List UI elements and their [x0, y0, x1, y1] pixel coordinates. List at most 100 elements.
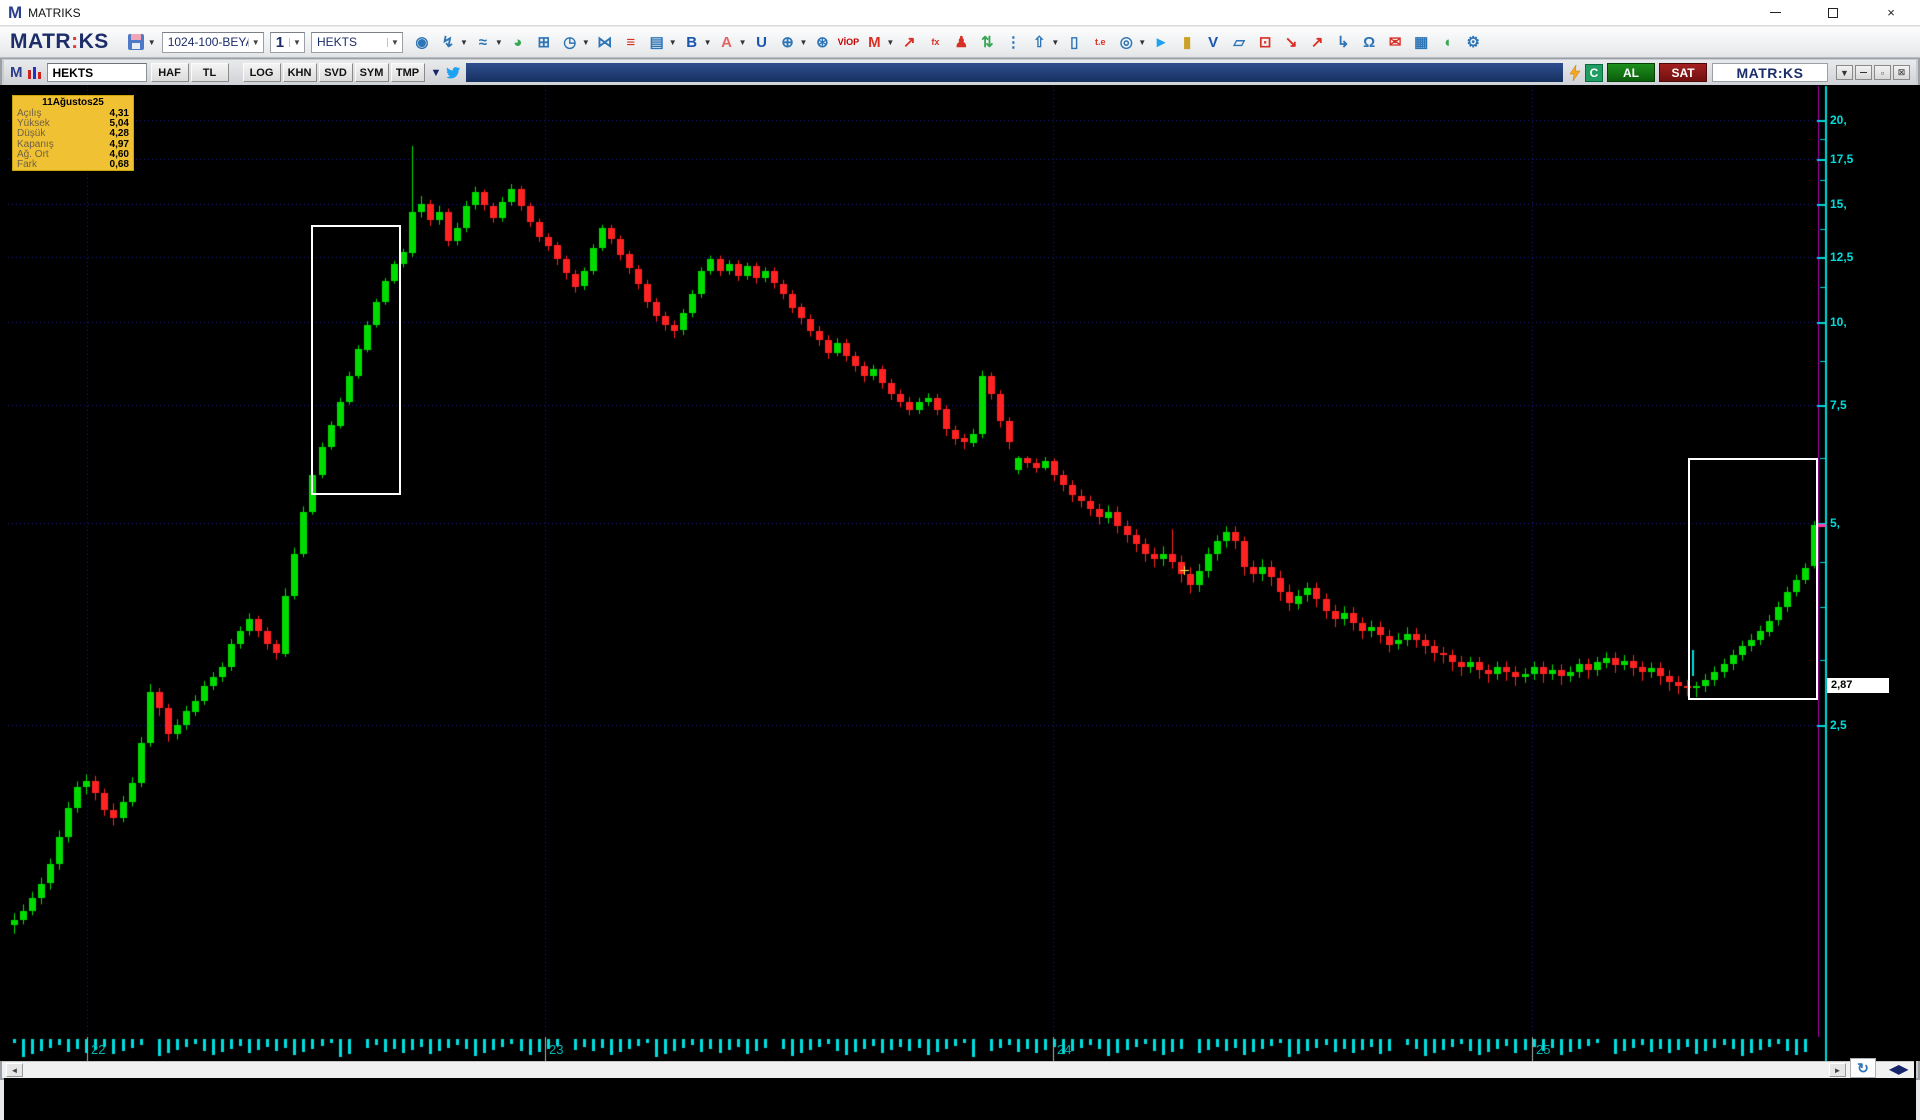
period-haf-button[interactable]: HAF	[150, 63, 189, 82]
year-axis-label: 25	[1536, 1042, 1551, 1057]
news-window-icon[interactable]: ▤	[645, 30, 669, 54]
te-icon[interactable]: t.e	[1088, 30, 1112, 54]
window-m-icon: M	[10, 64, 23, 81]
letter-v-icon[interactable]: V	[1201, 30, 1225, 54]
window-dropdown-button[interactable]: ▼	[1836, 65, 1853, 80]
publish-window-icon[interactable]: ⇧	[1027, 30, 1051, 54]
window-restore-button[interactable]: ▫	[1874, 65, 1891, 80]
globe-icon[interactable]: ⊕	[776, 30, 800, 54]
chevron-down-icon: ▼	[387, 37, 399, 47]
twitter-icon[interactable]: ►	[1149, 30, 1173, 54]
lightning-icon[interactable]	[1569, 64, 1581, 81]
corner-arrow-icon[interactable]: ↳	[1331, 30, 1355, 54]
mail-icon[interactable]: ✉	[1383, 30, 1407, 54]
price-axis-label: 12,5	[1830, 249, 1854, 264]
price-axis-label: 15,	[1830, 196, 1847, 211]
monitor-icon[interactable]: ⊞	[532, 30, 556, 54]
minimize-icon	[1769, 12, 1781, 13]
transfer-arrows-icon[interactable]: ⇅	[975, 30, 999, 54]
save-caret-icon[interactable]: ▼	[148, 38, 156, 47]
os-window-title: MATRIKS	[28, 5, 81, 20]
os-close-button[interactable]: ×	[1862, 0, 1920, 25]
gears-icon[interactable]: ⚙	[1461, 30, 1485, 54]
sync-button[interactable]: ↻	[1850, 1058, 1876, 1078]
scroll-left-button[interactable]: ◄	[6, 1063, 23, 1077]
os-maximize-button[interactable]	[1804, 0, 1862, 25]
khn-button[interactable]: KHN	[282, 63, 317, 82]
clock-icon[interactable]: ◷	[558, 30, 582, 54]
year-axis-label: 22	[91, 1042, 106, 1057]
period-select[interactable]: 1 ▼	[269, 31, 305, 53]
price-axis-label: 17,5	[1830, 151, 1854, 166]
matriks-brand-logo: MATR:KS	[10, 30, 109, 53]
window-minimize-button[interactable]	[1855, 65, 1872, 80]
matriks-m-logo-icon: M	[8, 2, 23, 22]
matriks-m-icon-caret[interactable]: ▼	[886, 38, 894, 47]
os-minimize-button[interactable]	[1746, 0, 1804, 25]
shrink-window-icon[interactable]: ↘	[1279, 30, 1303, 54]
font-color-icon-caret[interactable]: ▼	[739, 38, 747, 47]
clock-icon-caret[interactable]: ▼	[582, 38, 590, 47]
zoom-chart-icon[interactable]: ◉	[410, 30, 434, 54]
maximize-icon	[1828, 7, 1838, 18]
person-icon[interactable]: ♟	[949, 30, 973, 54]
handshake-icon[interactable]: ⋈	[593, 30, 617, 54]
bold-icon-caret[interactable]: ▼	[704, 38, 712, 47]
price-axis-label: 10,	[1830, 314, 1847, 329]
globe-alt-icon[interactable]: ⊛	[810, 30, 834, 54]
layout-select[interactable]: 1024-100-BEYA ▼	[161, 31, 264, 53]
chart-menu-caret-icon[interactable]: ▼	[431, 67, 442, 79]
save-icon[interactable]	[124, 30, 148, 54]
traffic-light-icon[interactable]: ⋮	[1001, 30, 1025, 54]
currency-tl-button[interactable]: TL	[190, 63, 229, 82]
fx-icon[interactable]: fx	[923, 30, 947, 54]
price-axis-label: 7,5	[1830, 398, 1847, 413]
report-icon[interactable]: ▱	[1227, 30, 1251, 54]
viop-icon[interactable]: VİOP	[836, 30, 860, 54]
candlestick-chart-canvas[interactable]	[0, 85, 1920, 1061]
c-badge[interactable]: C	[1585, 63, 1603, 82]
chart-box-icon[interactable]: ↗	[897, 30, 921, 54]
twitter-icon[interactable]	[445, 65, 462, 80]
underline-icon[interactable]: U	[750, 30, 774, 54]
compass-icon[interactable]: ◎	[1114, 30, 1138, 54]
depth-bars-icon[interactable]: ≡	[619, 30, 643, 54]
tmp-button[interactable]: TMP	[390, 63, 425, 82]
info-box-date: 11Ağustos25	[42, 97, 104, 108]
year-axis-label: 23	[549, 1042, 564, 1057]
sym-button[interactable]: SYM	[354, 63, 389, 82]
matriks-m-icon[interactable]: M	[862, 30, 886, 54]
bell-icon[interactable]: Ω	[1357, 30, 1381, 54]
indicator-icon-caret[interactable]: ▼	[495, 38, 503, 47]
publish-window-icon-caret[interactable]: ▼	[1051, 38, 1059, 47]
document-icon[interactable]: ▯	[1062, 30, 1086, 54]
symbol-select[interactable]: HEKTS ▼	[310, 31, 403, 53]
window-close-button[interactable]: ⊠	[1893, 65, 1910, 80]
log-scale-button[interactable]: LOG	[242, 63, 281, 82]
pie-chart-icon[interactable]: ◕	[506, 30, 530, 54]
buy-al-button[interactable]: AL	[1607, 63, 1655, 82]
globe-icon-caret[interactable]: ▼	[800, 38, 808, 47]
calculator-icon[interactable]: ▦	[1409, 30, 1433, 54]
floppy-icon	[127, 34, 144, 50]
settings-window-icon[interactable]: ⊡	[1253, 30, 1277, 54]
price-axis-label: 2,5	[1830, 718, 1847, 733]
font-color-icon[interactable]: A	[715, 30, 739, 54]
notebook-icon[interactable]: ▮	[1175, 30, 1199, 54]
expand-window-icon[interactable]: ↗	[1305, 30, 1329, 54]
price-axis-label: 5,	[1830, 516, 1841, 531]
sell-sat-button[interactable]: SAT	[1659, 63, 1707, 82]
scroll-right-button[interactable]: ►	[1829, 1063, 1846, 1077]
bar-nav-arrows[interactable]: ◀▶	[1890, 1062, 1908, 1076]
lightning-tool-icon-caret[interactable]: ▼	[460, 38, 468, 47]
chat-icon[interactable]: ◖	[1435, 30, 1459, 54]
matriks-titlebar-logo: MATR:KS	[1712, 63, 1828, 82]
compass-icon-caret[interactable]: ▼	[1138, 38, 1146, 47]
chart-symbol-field[interactable]: HEKTS	[46, 63, 147, 82]
indicator-icon[interactable]: ≈	[471, 30, 495, 54]
bold-icon[interactable]: B	[680, 30, 704, 54]
svd-button[interactable]: SVD	[318, 63, 353, 82]
lightning-tool-icon[interactable]: ↯	[436, 30, 460, 54]
news-window-icon-caret[interactable]: ▼	[669, 38, 677, 47]
main-toolbar: MATR:KS ▼ 1024-100-BEYA ▼ 1 ▼ HEKTS ▼ ◉ ↯…	[0, 27, 1920, 58]
